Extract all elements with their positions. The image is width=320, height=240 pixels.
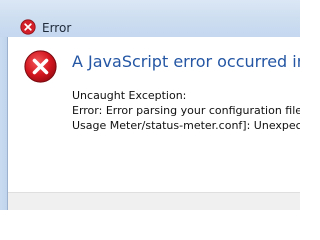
error-detail-line: Uncaught Exception: [72, 89, 187, 102]
window-title: Error [42, 21, 72, 35]
error-detail-line: Usage Meter/status-meter.conf]: Unexpect… [72, 119, 300, 132]
error-detail-line: Error: Error parsing your configuration … [72, 104, 300, 117]
error-heading: A JavaScript error occurred in the [72, 52, 300, 71]
error-icon [24, 50, 57, 83]
error-icon-small [20, 19, 36, 35]
dialog-footer [8, 192, 300, 210]
error-details: Uncaught Exception: Error: Error parsing… [72, 88, 300, 133]
error-dialog-window: Error A JavaScript error occurred in the… [0, 0, 300, 210]
